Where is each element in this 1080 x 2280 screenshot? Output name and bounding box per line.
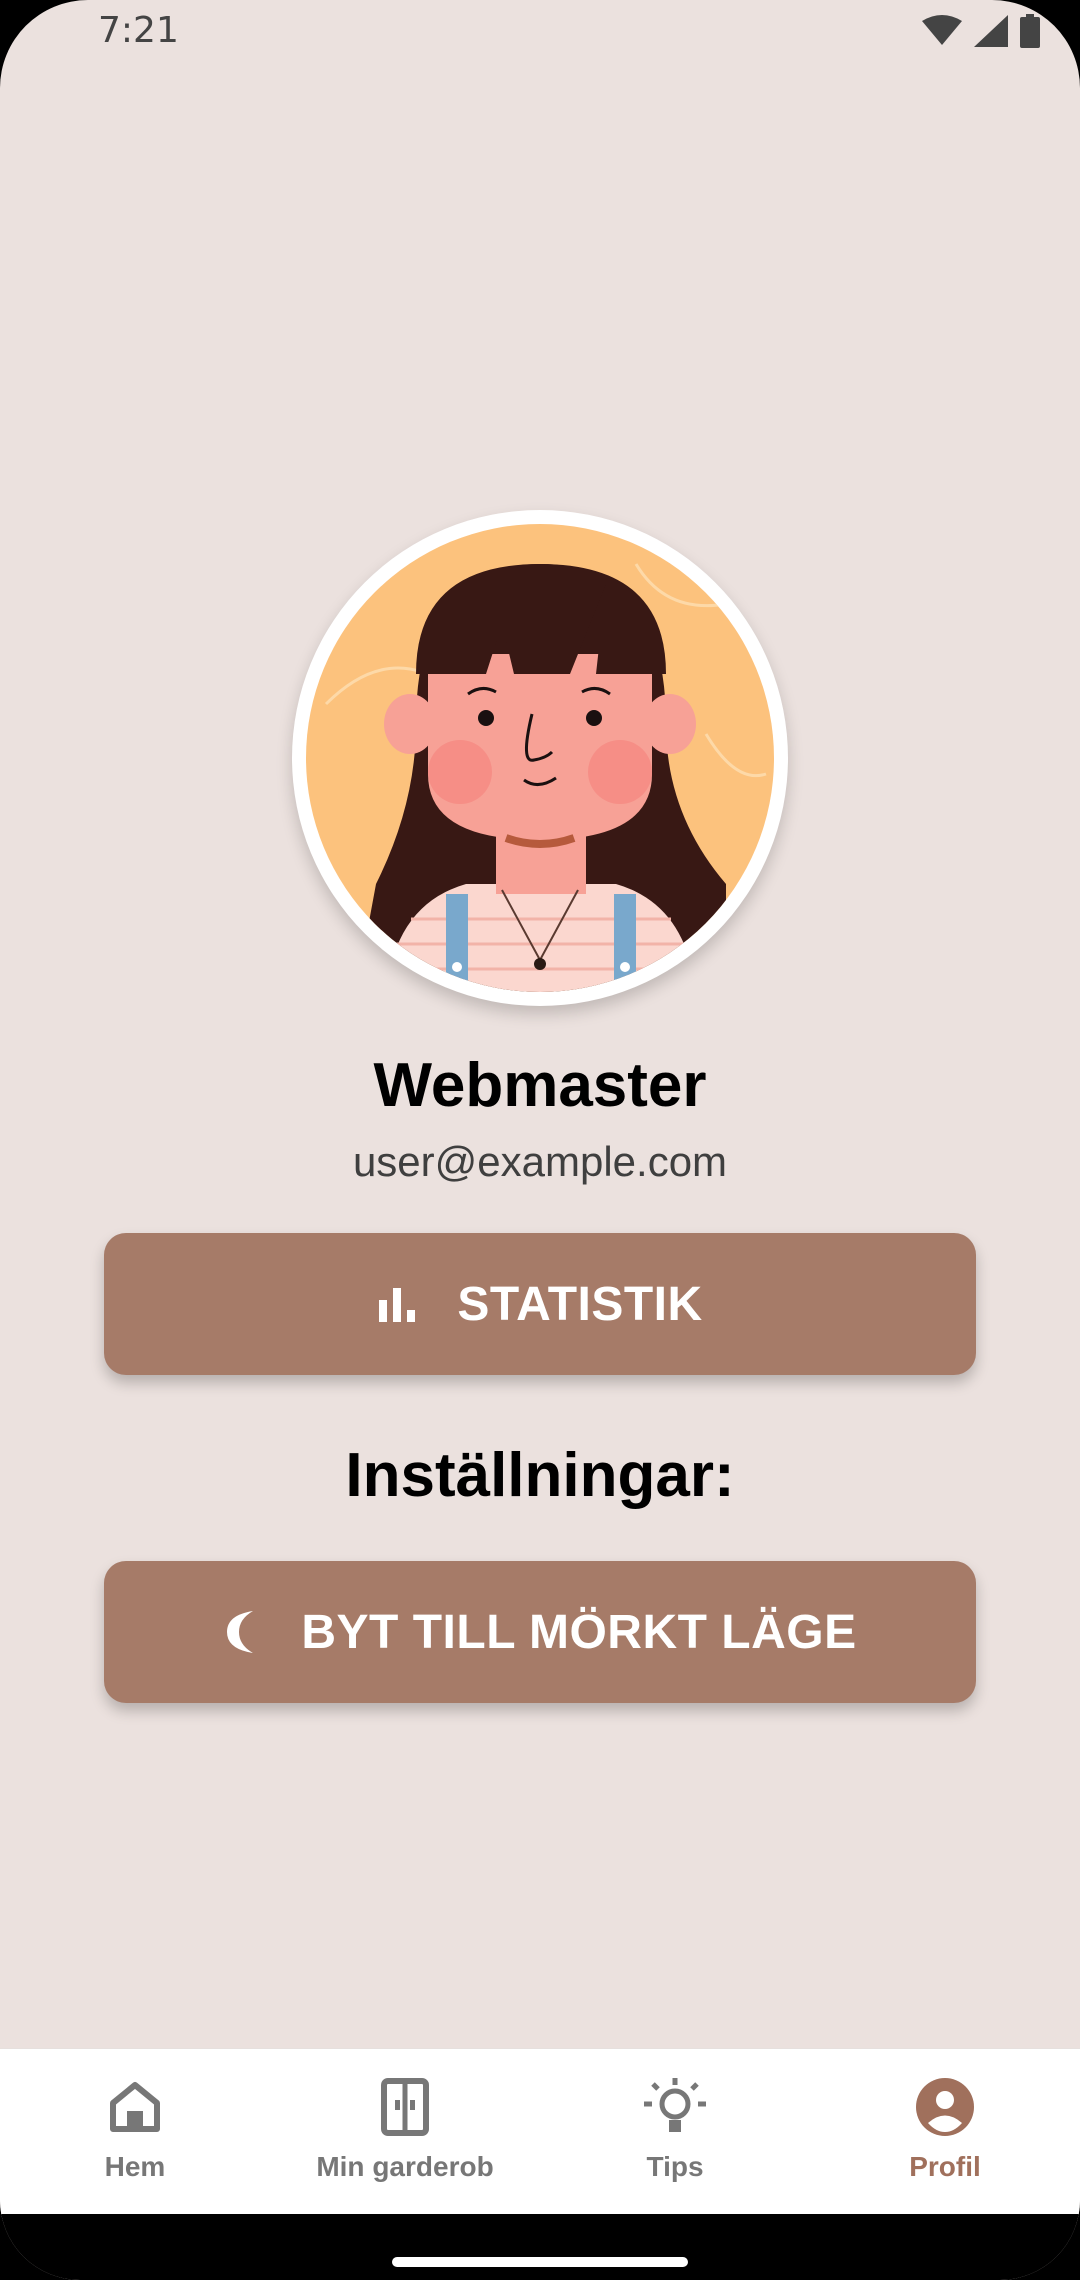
nav-item-tips[interactable]: Tips bbox=[540, 2049, 810, 2215]
user-email: user@example.com bbox=[352, 1138, 728, 1185]
nav-item-wardrobe[interactable]: Min garderob bbox=[270, 2049, 540, 2215]
nav-label-wardrobe: Min garderob bbox=[316, 2151, 494, 2182]
bar-chart-icon bbox=[377, 1286, 417, 1322]
wifi-icon bbox=[922, 15, 962, 52]
bottom-navigation: Hem Min garderob Tips Profil bbox=[0, 2048, 1080, 2215]
statistics-button[interactable]: STATISTIK bbox=[104, 1233, 976, 1375]
status-time: 7:21 bbox=[98, 10, 179, 51]
home-icon bbox=[109, 2075, 161, 2139]
account-circle-icon bbox=[916, 2075, 974, 2139]
statistics-label: STATISTIK bbox=[457, 1277, 703, 1331]
user-name: Webmaster bbox=[373, 1051, 707, 1120]
battery-icon bbox=[1020, 14, 1040, 53]
status-icons bbox=[922, 14, 1040, 53]
nav-label-home: Hem bbox=[104, 2151, 166, 2182]
status-bar: 7:21 bbox=[0, 0, 1080, 66]
settings-heading: Inställningar: bbox=[345, 1441, 735, 1510]
cartoon-girl-avatar bbox=[306, 524, 774, 992]
wardrobe-icon bbox=[381, 2075, 429, 2139]
system-gesture-area bbox=[0, 2214, 1080, 2280]
cell-signal-icon bbox=[974, 15, 1008, 52]
nav-label-profile: Profil bbox=[909, 2151, 981, 2182]
avatar bbox=[292, 510, 788, 1006]
nav-item-profile[interactable]: Profil bbox=[810, 2049, 1080, 2215]
dark-mode-label: BYT TILL MÖRKT LÄGE bbox=[301, 1605, 857, 1659]
nav-label-tips: Tips bbox=[646, 2151, 704, 2182]
home-gesture-bar[interactable] bbox=[392, 2257, 688, 2267]
moon-icon bbox=[223, 1609, 261, 1655]
profile-screen: 7:21 Webmaster user@example.com STATISTI… bbox=[0, 0, 1080, 2280]
lightbulb-icon bbox=[642, 2075, 708, 2139]
dark-mode-button[interactable]: BYT TILL MÖRKT LÄGE bbox=[104, 1561, 976, 1703]
nav-item-home[interactable]: Hem bbox=[0, 2049, 270, 2215]
